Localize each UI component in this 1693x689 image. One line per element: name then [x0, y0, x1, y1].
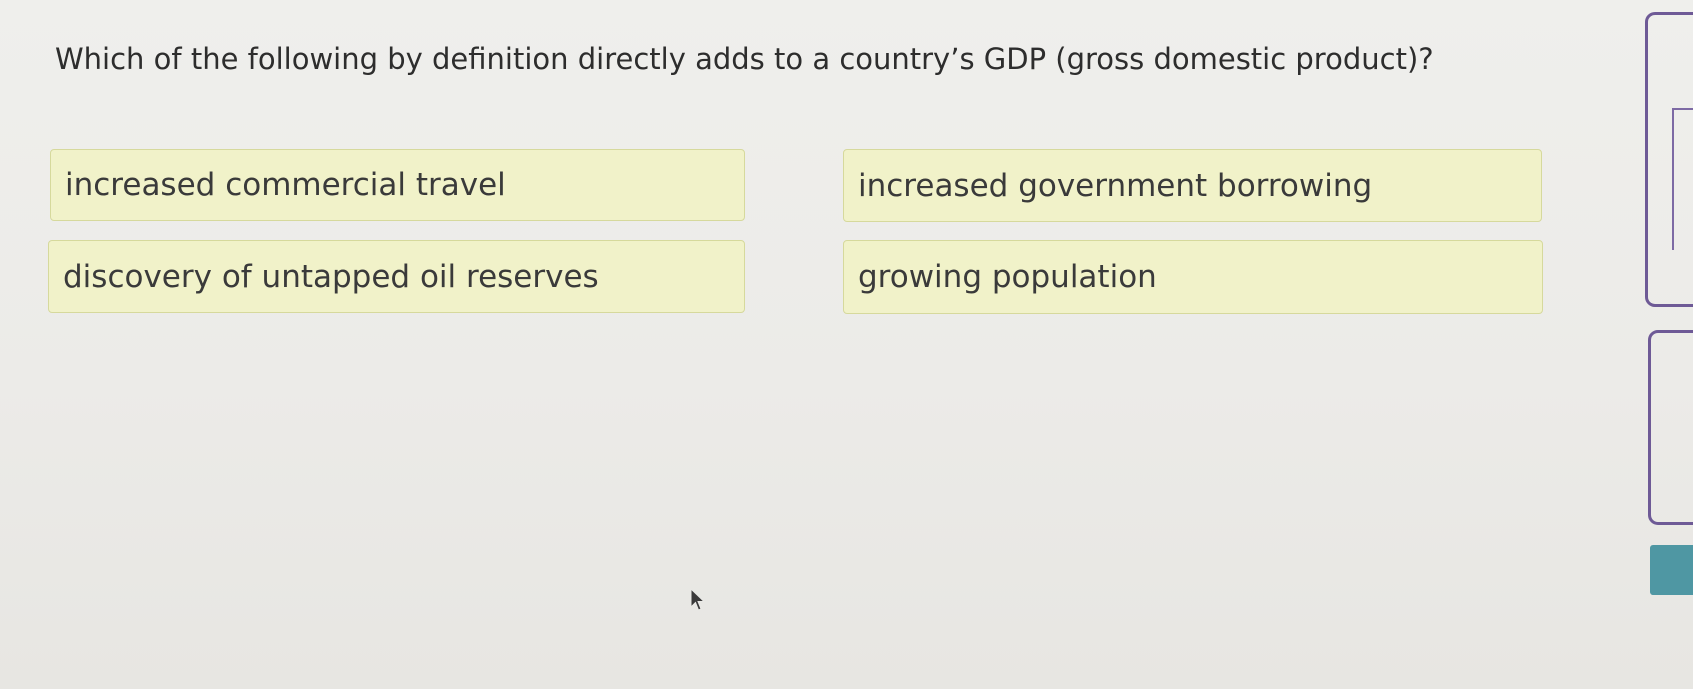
side-panel-middle-box[interactable] [1648, 330, 1693, 525]
side-panel-inner-frame [1672, 108, 1693, 250]
answer-option-commercial-travel[interactable]: increased commercial travel [50, 149, 745, 221]
side-panel-button[interactable] [1650, 545, 1693, 595]
answer-option-label: increased government borrowing [858, 167, 1373, 204]
answer-option-oil-reserves[interactable]: discovery of untapped oil reserves [48, 240, 745, 313]
mouse-pointer-icon [690, 588, 706, 611]
answer-option-government-borrowing[interactable]: increased government borrowing [843, 149, 1542, 222]
quiz-page: Which of the following by definition dir… [0, 0, 1693, 689]
question-text: Which of the following by definition dir… [55, 42, 1434, 76]
answer-option-label: increased commercial travel [65, 167, 506, 203]
answer-option-label: discovery of untapped oil reserves [63, 258, 599, 295]
answer-option-growing-population[interactable]: growing population [843, 240, 1543, 314]
answer-option-label: growing population [858, 259, 1157, 295]
